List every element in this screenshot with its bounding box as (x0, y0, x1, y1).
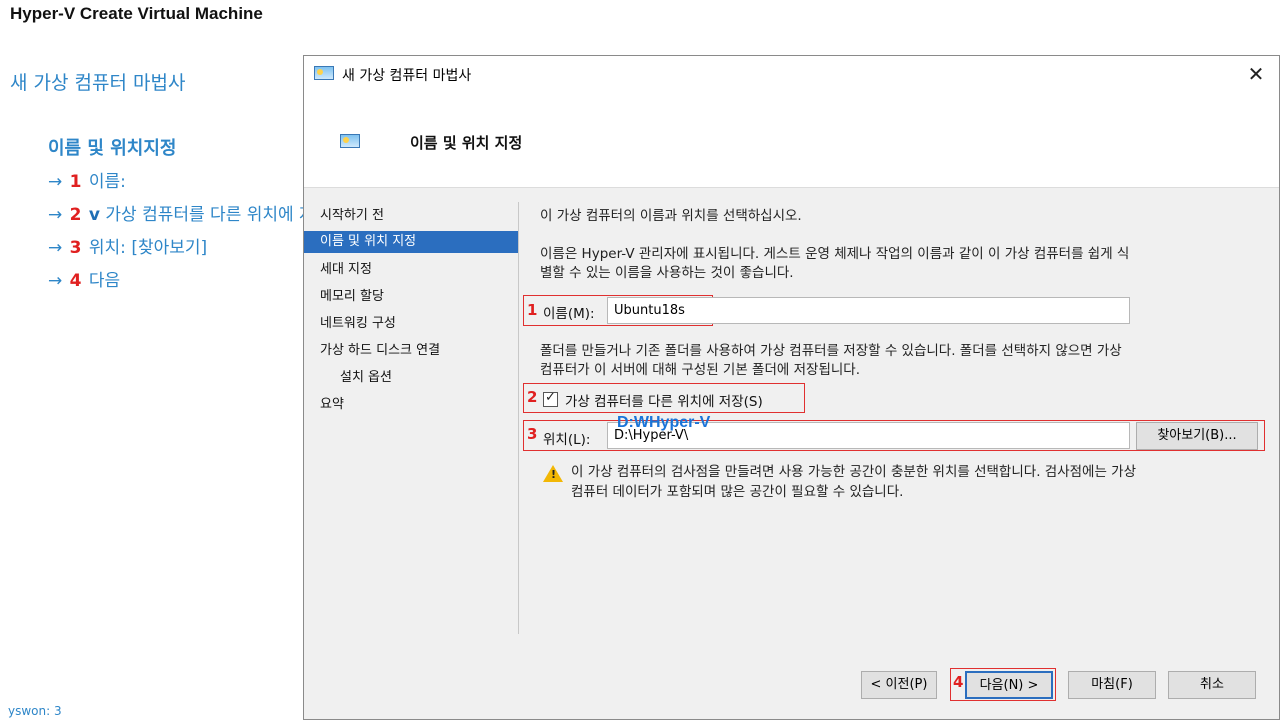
name-input[interactable]: Ubuntu18s (607, 297, 1130, 324)
step-text: 다음 (88, 271, 121, 291)
step-text: 위치: [찾아보기] (88, 238, 208, 258)
store-elsewhere-checkbox[interactable] (543, 390, 558, 407)
dialog-title: 새 가상 컴퓨터 마법사 (342, 68, 472, 84)
nav-item-before-you-begin[interactable]: 시작하기 전 (304, 202, 518, 229)
step-3: → 3 위치: [찾아보기] (48, 236, 330, 269)
slide-title: Hyper-V Create Virtual Machine (10, 4, 263, 23)
location-description-line2: 컴퓨터가 이 서버에 대해 구성된 기본 폴더에 저장됩니다. (540, 362, 860, 378)
wizard-nav: 시작하기 전 이름 및 위치 지정 세대 지정 메모리 할당 네트워킹 구성 가… (304, 202, 518, 418)
step-number: 1 (69, 172, 82, 192)
wizard-heading: 새 가상 컴퓨터 마법사 (10, 72, 186, 94)
marker-1: 1 (527, 301, 538, 319)
marker-3: 3 (527, 425, 538, 443)
name-description-line1: 이름은 Hyper-V 관리자에 표시됩니다. 게스트 운영 체제나 작업의 이… (540, 246, 1130, 262)
intro-text: 이 가상 컴퓨터의 이름과 위치를 선택하십시오. (540, 208, 802, 224)
warning-text-line2: 컴퓨터 데이터가 포함되며 많은 공간이 필요할 수 있습니다. (571, 484, 904, 500)
step-arrow: → (48, 205, 63, 225)
step-text: 가상 컴퓨터를 다른 위치에 저장 (105, 205, 331, 225)
page-title: 이름 및 위치 지정 (410, 134, 523, 152)
dialog-titlebar: 새 가상 컴퓨터 마법사 ✕ (304, 56, 1279, 92)
nav-item-summary[interactable]: 요약 (304, 391, 518, 418)
steps-list: 이름 및 위치지정 → 1 이름: → 2 v 가상 컴퓨터를 다른 위치에 저… (48, 134, 330, 302)
close-icon[interactable]: ✕ (1245, 62, 1267, 86)
store-elsewhere-label[interactable]: 가상 컴퓨터를 다른 위치에 저장(S) (565, 390, 763, 410)
nav-item-networking[interactable]: 네트워킹 구성 (304, 310, 518, 337)
marker-2: 2 (527, 388, 538, 406)
dialog-header: 이름 및 위치 지정 (304, 92, 1279, 188)
location-overlay-text: D:WHyper-V (617, 414, 711, 431)
step-text: 이름: (88, 172, 126, 192)
step-2: → 2 v 가상 컴퓨터를 다른 위치에 저장 (48, 203, 330, 236)
nav-item-install-options[interactable]: 설치 옵션 (304, 364, 518, 391)
vm-wizard-icon (340, 134, 360, 148)
steps-heading: 이름 및 위치지정 (48, 138, 177, 159)
step-number: 3 (69, 238, 82, 258)
finish-button[interactable]: 마침(F) (1068, 671, 1156, 699)
nav-item-name-location[interactable]: 이름 및 위치 지정 (304, 231, 518, 253)
step-check-mark: v (88, 205, 100, 225)
warning-text-line1: 이 가상 컴퓨터의 검사점을 만들려면 사용 가능한 공간이 충분한 위치를 선… (571, 464, 1137, 480)
nav-item-generation[interactable]: 세대 지정 (304, 256, 518, 283)
previous-button[interactable]: < 이전(P) (861, 671, 937, 699)
browse-button[interactable]: 찾아보기(B)... (1136, 422, 1258, 450)
vm-wizard-icon (314, 66, 334, 80)
step-arrow: → (48, 172, 63, 192)
wizard-dialog: 새 가상 컴퓨터 마법사 ✕ 이름 및 위치 지정 시작하기 전 이름 및 위치… (303, 55, 1280, 720)
warning-icon (543, 465, 563, 482)
step-4: → 4 다음 (48, 269, 330, 302)
nav-divider (518, 202, 519, 634)
location-description-line1: 폴더를 만들거나 기존 폴더를 사용하여 가상 컴퓨터를 저장할 수 있습니다.… (540, 343, 1122, 359)
step-number: 2 (69, 205, 82, 225)
step-number: 4 (69, 271, 82, 291)
step-1: → 1 이름: (48, 170, 330, 203)
name-description-line2: 별할 수 있는 이름을 사용하는 것이 좋습니다. (540, 265, 794, 281)
author-footer: yswon: 3 (8, 704, 62, 718)
nav-item-virtual-disk[interactable]: 가상 하드 디스크 연결 (304, 337, 518, 364)
marker-4: 4 (953, 673, 964, 691)
step-arrow: → (48, 238, 63, 258)
cancel-button[interactable]: 취소 (1168, 671, 1256, 699)
next-button[interactable]: 다음(N) > (965, 671, 1053, 699)
step-arrow: → (48, 271, 63, 291)
location-label: 위치(L): (543, 432, 591, 448)
name-label: 이름(M): (543, 306, 595, 322)
nav-item-memory[interactable]: 메모리 할당 (304, 283, 518, 310)
